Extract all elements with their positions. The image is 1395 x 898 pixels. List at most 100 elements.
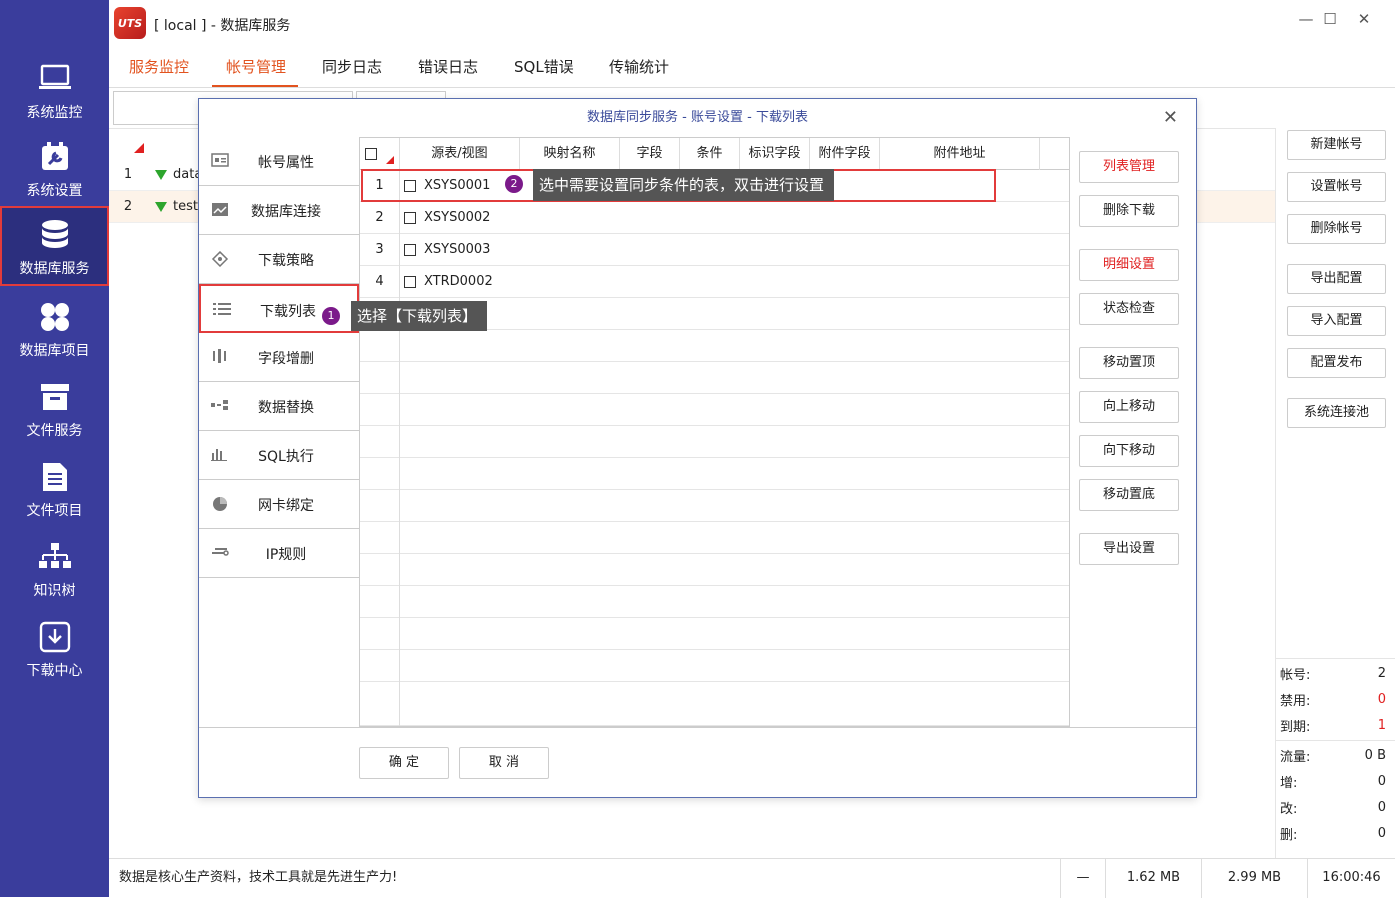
- cancel-button[interactable]: 取 消: [459, 747, 549, 779]
- account-settings-dialog: 数据库同步服务 - 账号设置 - 下载列表 ✕ 帐号属性 数据库连接 下载策略 …: [198, 98, 1197, 798]
- stat-delete: 删: 0: [1280, 825, 1386, 843]
- table-row: [360, 458, 1070, 490]
- status-check-button[interactable]: 状态检查: [1079, 293, 1179, 325]
- publish-config-button[interactable]: 配置发布: [1287, 348, 1386, 378]
- sidebar-item-label: 系统监控: [26, 105, 83, 121]
- sidebar-item-label: 知识树: [33, 583, 76, 599]
- nav-field-edit[interactable]: 字段增删: [199, 333, 359, 382]
- maximize-icon[interactable]: ☐: [1316, 8, 1344, 30]
- col-id-field[interactable]: 标识字段: [740, 138, 810, 170]
- sidebar-item-database-project[interactable]: 数据库项目: [0, 290, 109, 368]
- monitor-icon: [38, 62, 72, 96]
- table-row: [360, 586, 1070, 618]
- grid-icon: [38, 300, 72, 334]
- stat-traffic: 流量: 0 B: [1280, 747, 1386, 765]
- table-row: [360, 554, 1070, 586]
- sidebar-item-knowledge-tree[interactable]: 知识树: [0, 530, 109, 608]
- status-memory-2: 2.99 MB: [1201, 859, 1307, 898]
- tab-account-management[interactable]: 帐号管理: [212, 56, 299, 87]
- move-up-button[interactable]: 向上移动: [1079, 391, 1179, 423]
- delete-download-button[interactable]: 删除下载: [1079, 195, 1179, 227]
- export-settings-button[interactable]: 导出设置: [1079, 533, 1179, 565]
- step-badge-2: 2: [505, 175, 523, 193]
- sidebar-item-system-settings[interactable]: 系统设置: [0, 130, 109, 208]
- sidebar-item-label: 下载中心: [26, 663, 83, 679]
- col-mapping-name[interactable]: 映射名称: [520, 138, 620, 170]
- sidebar-item-database-service[interactable]: 数据库服务: [0, 206, 109, 286]
- stat-accounts: 帐号: 2: [1280, 665, 1386, 683]
- sidebar-item-label: 数据库项目: [19, 343, 90, 359]
- source-table-name: XTRD0002: [424, 274, 493, 289]
- file-list-icon: [38, 460, 72, 494]
- col-attach-field[interactable]: 附件字段: [810, 138, 880, 170]
- divider: [1276, 740, 1395, 741]
- window-title: [ local ] - 数据库服务: [154, 18, 291, 34]
- import-config-button[interactable]: 导入配置: [1287, 306, 1386, 336]
- table-row[interactable]: 3 XSYS0003: [360, 234, 1070, 266]
- sidebar-item-file-project[interactable]: 文件项目: [0, 450, 109, 528]
- folder-icon: [38, 380, 72, 414]
- table-row[interactable]: 2 XSYS0002: [360, 202, 1070, 234]
- nav-data-replace[interactable]: 数据替换: [199, 382, 359, 431]
- app-logo: UTS: [114, 7, 146, 39]
- select-all-checkbox[interactable]: [365, 148, 377, 160]
- tab-service-monitor[interactable]: 服务监控: [129, 56, 189, 85]
- move-down-button[interactable]: 向下移动: [1079, 435, 1179, 467]
- nav-ip-rules[interactable]: IP规则: [199, 529, 359, 578]
- source-table-name: XSYS0002: [424, 210, 491, 225]
- detail-settings-button[interactable]: 明细设置: [1079, 249, 1179, 281]
- move-top-button[interactable]: 移动置顶: [1079, 347, 1179, 379]
- select-all-header[interactable]: [360, 138, 400, 170]
- table-row: [360, 650, 1070, 682]
- export-config-button[interactable]: 导出配置: [1287, 264, 1386, 294]
- table-row: [360, 362, 1070, 394]
- sort-corner-marker: [134, 143, 144, 153]
- connection-pool-button[interactable]: 系统连接池: [1287, 398, 1386, 428]
- edit-account-button[interactable]: 设置帐号: [1287, 172, 1386, 202]
- source-table-name: XSYS0003: [424, 242, 491, 257]
- status-bar: 数据是核心生产资料，技术工具就是先进生产力! — 1.62 MB 2.99 MB…: [109, 858, 1395, 898]
- new-account-button[interactable]: 新建帐号: [1287, 130, 1386, 160]
- table-row: [360, 490, 1070, 522]
- download-list-grid: 源表/视图 映射名称 字段 条件 标识字段 附件字段 附件地址 1 XSYS00…: [359, 137, 1070, 727]
- title-bar: UTS [ local ] - 数据库服务 — ☐ ✕: [109, 0, 1395, 46]
- tab-sync-log[interactable]: 同步日志: [322, 56, 382, 85]
- nav-download-strategy[interactable]: 下载策略: [199, 235, 359, 284]
- sidebar-item-download-center[interactable]: 下载中心: [0, 610, 109, 688]
- tab-transfer-stats[interactable]: 传输统计: [609, 56, 669, 85]
- stat-insert: 增: 0: [1280, 773, 1386, 791]
- ok-button[interactable]: 确 定: [359, 747, 449, 779]
- col-condition[interactable]: 条件: [680, 138, 740, 170]
- close-icon[interactable]: ✕: [1163, 107, 1178, 128]
- list-manage-button[interactable]: 列表管理: [1079, 151, 1179, 183]
- stat-disabled: 禁用: 0: [1280, 691, 1386, 709]
- tab-sql-error[interactable]: SQL错误: [514, 56, 574, 85]
- right-action-panel: 新建帐号 设置帐号 删除帐号 导出配置 导入配置 配置发布 系统连接池 帐号: 2…: [1275, 128, 1395, 858]
- status-memory-1: 1.62 MB: [1105, 859, 1201, 898]
- delete-account-button[interactable]: 删除帐号: [1287, 214, 1386, 244]
- close-icon[interactable]: ✕: [1350, 8, 1378, 30]
- tab-error-log[interactable]: 错误日志: [418, 56, 478, 85]
- tree-icon: [38, 540, 72, 574]
- sidebar-item-label: 数据库服务: [19, 261, 90, 277]
- col-attach-url[interactable]: 附件地址: [880, 138, 1040, 170]
- tooltip-step-1: 选择【下载列表】: [351, 301, 488, 331]
- table-row: [360, 330, 1070, 362]
- settings-icon: [38, 140, 72, 174]
- nav-nic-binding[interactable]: 网卡绑定: [199, 480, 359, 529]
- sidebar-item-file-service[interactable]: 文件服务: [0, 370, 109, 448]
- move-bottom-button[interactable]: 移动置底: [1079, 479, 1179, 511]
- nav-sql-execute[interactable]: SQL执行: [199, 431, 359, 480]
- divider: [1069, 137, 1070, 727]
- stat-update: 改: 0: [1280, 799, 1386, 817]
- nav-account-properties[interactable]: 帐号属性: [199, 137, 359, 186]
- nav-database-connection[interactable]: 数据库连接: [199, 186, 359, 235]
- status-dash: —: [1060, 859, 1105, 898]
- sidebar-item-system-monitor[interactable]: 系统监控: [0, 52, 109, 130]
- table-row: [360, 426, 1070, 458]
- stat-expired: 到期: 1: [1280, 717, 1386, 735]
- sidebar-item-label: 文件项目: [26, 503, 83, 519]
- table-row[interactable]: 4 XTRD0002: [360, 266, 1070, 298]
- col-source-table[interactable]: 源表/视图: [400, 138, 520, 170]
- col-fields[interactable]: 字段: [620, 138, 680, 170]
